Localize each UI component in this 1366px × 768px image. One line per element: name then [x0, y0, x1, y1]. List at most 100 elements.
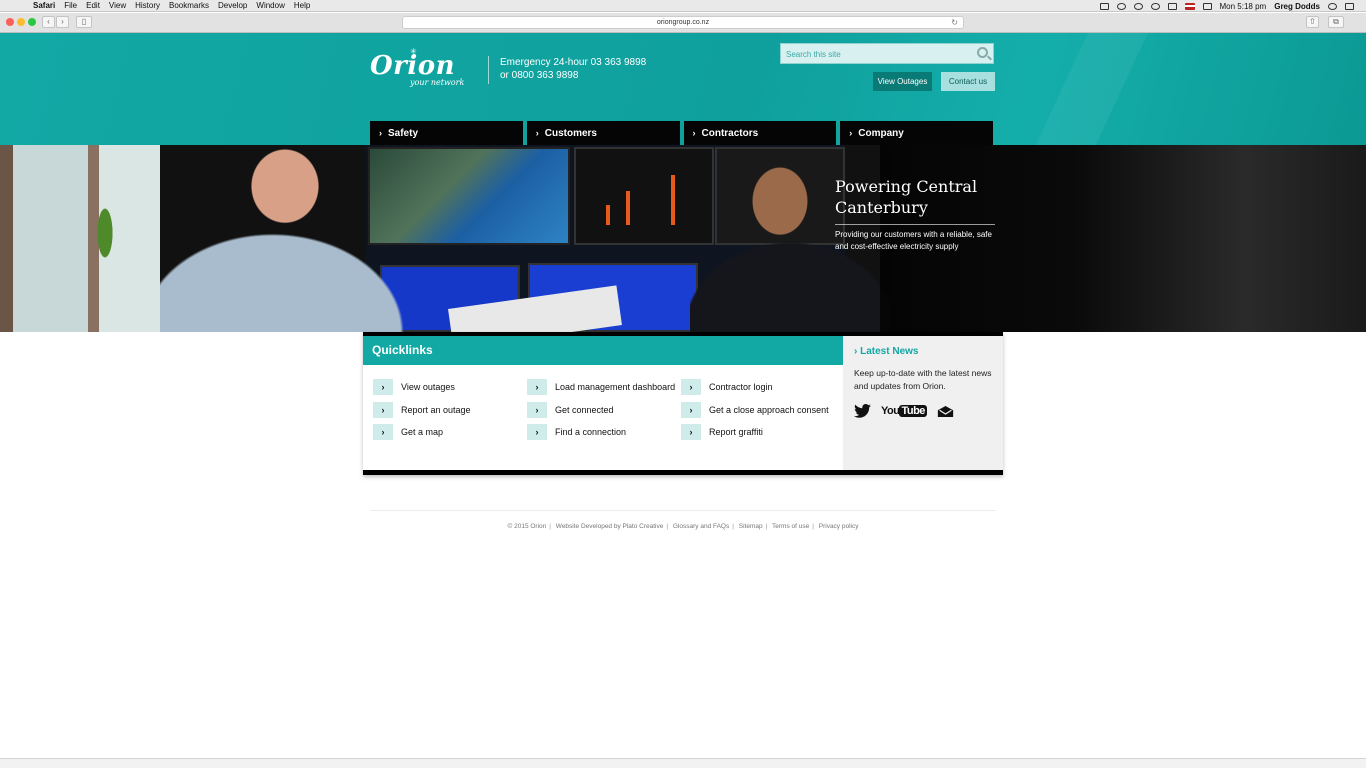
- user-name[interactable]: Greg Dodds: [1274, 2, 1320, 11]
- nav-item-customers[interactable]: › Customers: [526, 121, 680, 145]
- nav-item-safety[interactable]: › Safety: [370, 121, 523, 145]
- chevron-right-icon: ›: [681, 379, 701, 396]
- chevron-right-icon: ›: [373, 401, 393, 418]
- chevron-right-icon: ›: [527, 401, 547, 418]
- footer-copyright: © 2015 Orion: [507, 523, 547, 530]
- panel-bottom-bar: [363, 470, 1003, 475]
- share-icon[interactable]: ⇧: [1306, 16, 1319, 28]
- quicklink-label: Get connected: [555, 404, 614, 415]
- input-flag-icon[interactable]: [1184, 2, 1195, 10]
- nav-item-company[interactable]: › Company: [840, 121, 993, 145]
- menu-app-name[interactable]: Safari: [33, 1, 55, 10]
- quicklink-load-management[interactable]: › Load management dashboard: [527, 376, 675, 399]
- youtube-tube-text: Tube: [899, 405, 927, 417]
- menu-help[interactable]: Help: [294, 1, 310, 10]
- status-area: Mon 5:18 pm Greg Dodds: [1099, 0, 1354, 12]
- footer-credit-link[interactable]: Website Developed by Plato Creative: [556, 523, 664, 530]
- menu-view[interactable]: View: [109, 1, 126, 10]
- twitter-icon[interactable]: [854, 404, 871, 418]
- quicklink-label: View outages: [401, 382, 455, 393]
- browser-toolbar: ‹ › ▯ oriongroup.co.nz ↻ ⇧ ⧉: [0, 13, 1366, 33]
- quicklink-view-outages[interactable]: › View outages: [373, 376, 471, 399]
- hero-plant: [92, 205, 118, 275]
- clock[interactable]: Mon 5:18 pm: [1220, 2, 1267, 11]
- view-outages-button[interactable]: View Outages: [873, 72, 932, 91]
- quicklink-label: Get a map: [401, 427, 444, 438]
- menu-file[interactable]: File: [64, 1, 77, 10]
- sidebar-toggle-icon[interactable]: ▯: [76, 16, 92, 28]
- chevron-right-icon: ›: [681, 424, 701, 441]
- search-icon[interactable]: [977, 47, 988, 58]
- volume-icon[interactable]: [1202, 2, 1212, 10]
- menu-edit[interactable]: Edit: [86, 1, 100, 10]
- footer-glossary-link[interactable]: Glossary and FAQs: [673, 523, 729, 530]
- header-divider: [488, 56, 489, 84]
- quicklink-report-outage[interactable]: › Report an outage: [373, 399, 471, 422]
- youtube-icon[interactable]: You Tube: [881, 405, 927, 417]
- menu-history[interactable]: History: [135, 1, 160, 10]
- youtube-you-text: You: [881, 405, 900, 417]
- chevron-right-icon: ›: [373, 379, 393, 396]
- hero-banner: [0, 145, 1366, 332]
- contact-us-button[interactable]: Contact us: [941, 72, 995, 91]
- nav-item-label: Contractors: [701, 128, 759, 139]
- status-sync-icon[interactable]: [1116, 2, 1126, 10]
- chevron-right-icon: ›: [527, 424, 547, 441]
- latest-news-title: Latest News: [860, 346, 919, 357]
- nav-item-contractors[interactable]: › Contractors: [683, 121, 837, 145]
- hero-window-backdrop: [0, 145, 160, 332]
- spotlight-icon[interactable]: [1328, 2, 1337, 10]
- battery-icon[interactable]: [1167, 2, 1177, 10]
- latest-news-link[interactable]: › Latest News: [854, 346, 918, 357]
- menu-bookmarks[interactable]: Bookmarks: [169, 1, 209, 10]
- footer-terms-link[interactable]: Terms of use: [772, 523, 809, 530]
- chevron-right-icon: ›: [535, 128, 539, 138]
- quicklink-label: Report an outage: [401, 404, 471, 415]
- quicklink-label: Report graffiti: [709, 427, 763, 438]
- quicklink-find-connection[interactable]: › Find a connection: [527, 421, 675, 444]
- email-icon[interactable]: [937, 405, 954, 418]
- quicklink-close-approach[interactable]: › Get a close approach consent: [681, 399, 829, 422]
- minimize-window-button[interactable]: [17, 18, 25, 26]
- quicklink-contractor-login[interactable]: › Contractor login: [681, 376, 829, 399]
- hero-person-1: [160, 145, 410, 332]
- menu-develop[interactable]: Develop: [218, 1, 247, 10]
- latest-news-box: › Latest News Keep up-to-date with the l…: [843, 336, 1003, 470]
- footer-sitemap-link[interactable]: Sitemap: [739, 523, 763, 530]
- status-app-icon[interactable]: [1099, 2, 1109, 10]
- close-window-button[interactable]: [6, 18, 14, 26]
- forward-arrow-icon[interactable]: ›: [56, 16, 69, 28]
- hero-title: Powering Central Canterbury: [835, 176, 995, 225]
- wifi-icon[interactable]: [1133, 2, 1143, 10]
- nav-item-label: Customers: [544, 128, 597, 139]
- latest-news-text: Keep up-to-date with the latest news and…: [854, 368, 992, 391]
- chevron-right-icon: ›: [681, 401, 701, 418]
- quicklink-label: Find a connection: [555, 427, 627, 438]
- chevron-right-icon: ›: [527, 379, 547, 396]
- tabs-overview-icon[interactable]: ⧉: [1328, 16, 1344, 28]
- footer-privacy-link[interactable]: Privacy policy: [819, 523, 859, 530]
- quicklinks-column-3: › Contractor login › Get a close approach …: [681, 376, 829, 444]
- social-links: You Tube: [854, 404, 954, 418]
- quicklinks-column-2: › Load management dashboard › Get connecte…: [527, 376, 675, 444]
- notification-center-icon[interactable]: [1345, 2, 1354, 10]
- emergency-line-1: Emergency 24-hour 03 363 9898: [500, 57, 647, 68]
- quicklink-label: Contractor login: [709, 382, 773, 393]
- logo-spark-icon: ✳: [410, 47, 417, 56]
- emergency-line-2: or 0800 363 9898: [500, 70, 579, 81]
- orion-logo[interactable]: ✳ Orion your network: [370, 47, 464, 87]
- quicklink-get-map[interactable]: › Get a map: [373, 421, 471, 444]
- time-machine-icon[interactable]: [1150, 2, 1160, 10]
- back-arrow-icon[interactable]: ‹: [42, 16, 55, 28]
- zoom-window-button[interactable]: [28, 18, 36, 26]
- address-bar[interactable]: oriongroup.co.nz ↻: [402, 16, 964, 29]
- chevron-right-icon: ›: [379, 128, 382, 138]
- quicklinks-title: Quicklinks: [363, 336, 843, 365]
- nav-item-label: Safety: [388, 128, 419, 139]
- menu-window[interactable]: Window: [256, 1, 284, 10]
- search-input[interactable]: [781, 45, 971, 64]
- quicklink-report-graffiti[interactable]: › Report graffiti: [681, 421, 829, 444]
- window-bottom-edge: [0, 758, 1366, 768]
- quicklink-get-connected[interactable]: › Get connected: [527, 399, 675, 422]
- reload-icon[interactable]: ↻: [951, 17, 958, 28]
